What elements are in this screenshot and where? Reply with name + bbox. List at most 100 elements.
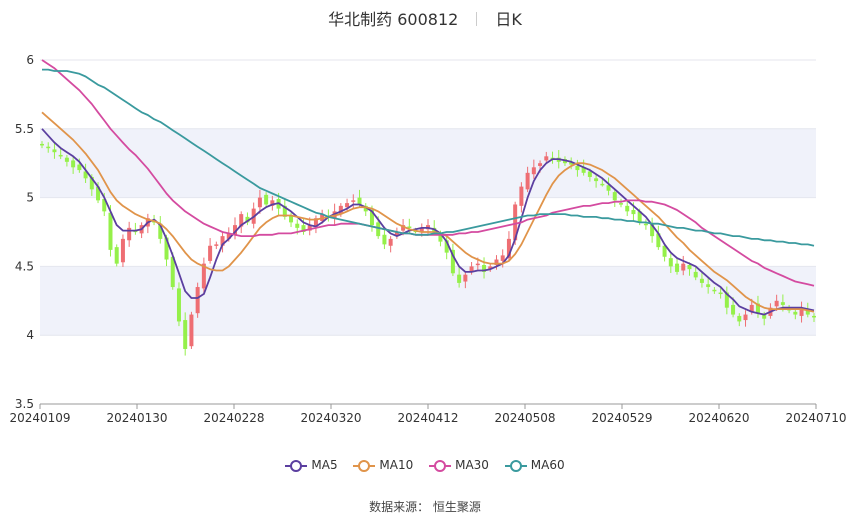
candle-body bbox=[675, 263, 680, 272]
candle-body bbox=[120, 238, 125, 263]
candle-body bbox=[687, 265, 692, 270]
candle-body bbox=[264, 194, 269, 205]
candle-body bbox=[706, 284, 711, 288]
legend-item-ma5[interactable]: MA5 bbox=[285, 458, 338, 472]
candle-body bbox=[575, 165, 580, 171]
candle-body bbox=[681, 263, 686, 271]
candle bbox=[189, 311, 194, 349]
y-tick-label: 5.5 bbox=[15, 122, 34, 136]
candle-body bbox=[631, 209, 636, 215]
candle-body bbox=[457, 274, 462, 283]
legend-label-ma60: MA60 bbox=[530, 458, 565, 472]
x-tick-label: 20240620 bbox=[688, 411, 749, 425]
candle-body bbox=[208, 245, 213, 261]
candle-body bbox=[376, 222, 381, 237]
candle-body bbox=[774, 300, 779, 307]
candle-body bbox=[463, 274, 468, 282]
legend-item-ma60[interactable]: MA60 bbox=[504, 458, 565, 472]
candle bbox=[239, 211, 244, 234]
candle bbox=[114, 244, 119, 267]
y-axis-ticks: 3.5 4 4.5 5 5.5 6 bbox=[15, 53, 34, 411]
candle bbox=[195, 282, 200, 318]
candle-body bbox=[295, 223, 300, 228]
source-label: 数据来源： bbox=[369, 500, 430, 514]
candle-body bbox=[189, 314, 194, 347]
y-tick-label: 4.5 bbox=[15, 259, 34, 273]
candle bbox=[650, 217, 655, 243]
candle-body bbox=[108, 212, 113, 250]
x-axis: 20240109 20240130 20240228 20240320 20240412… bbox=[9, 403, 847, 425]
candle bbox=[313, 215, 318, 234]
candle-body bbox=[58, 154, 63, 157]
candle-body bbox=[114, 247, 119, 264]
candle bbox=[120, 234, 125, 267]
candlestick-chart: 3.544.555.56 20240109 20240130 20240228 202… bbox=[9, 53, 847, 425]
candle-body bbox=[531, 167, 536, 175]
candle bbox=[127, 221, 132, 247]
x-tick-label: 20240320 bbox=[300, 411, 361, 425]
candle-body bbox=[625, 205, 630, 212]
candle-body bbox=[643, 223, 648, 226]
candle bbox=[233, 217, 237, 240]
data-source: 数据来源： 恒生聚源 bbox=[0, 498, 850, 515]
candle-body bbox=[475, 263, 480, 266]
candle bbox=[133, 222, 138, 235]
candle-body bbox=[176, 288, 181, 322]
candle bbox=[450, 243, 455, 277]
candle bbox=[363, 203, 368, 217]
candle bbox=[270, 195, 275, 211]
candle-body bbox=[357, 197, 362, 205]
candle-body bbox=[812, 315, 816, 318]
candle-body bbox=[345, 203, 350, 208]
candle bbox=[656, 225, 661, 250]
candle-body bbox=[388, 238, 393, 246]
candle bbox=[214, 241, 219, 250]
candle-body bbox=[519, 186, 524, 206]
candle bbox=[643, 219, 648, 230]
candle-body bbox=[77, 164, 82, 171]
candle-body bbox=[612, 192, 617, 201]
candle-body bbox=[46, 146, 51, 149]
candle-body bbox=[600, 183, 605, 186]
x-tick-label: 20240412 bbox=[397, 411, 458, 425]
candle bbox=[388, 236, 393, 253]
candle-body bbox=[257, 197, 262, 208]
candle-body bbox=[780, 302, 785, 305]
y-tick-label: 6 bbox=[26, 53, 34, 67]
legend-label-ma5: MA5 bbox=[311, 458, 338, 472]
candle-body bbox=[718, 292, 723, 295]
legend-label-ma30: MA30 bbox=[455, 458, 489, 472]
x-tick-label: 20240529 bbox=[591, 411, 652, 425]
candle bbox=[394, 227, 399, 239]
candle-body bbox=[183, 320, 188, 349]
candle-body bbox=[712, 289, 717, 292]
band-5-5.5 bbox=[40, 128, 816, 198]
candle-body bbox=[743, 314, 748, 321]
candle-body bbox=[52, 149, 57, 153]
legend-item-ma30[interactable]: MA30 bbox=[429, 458, 489, 472]
candle-body bbox=[619, 203, 623, 205]
candle-body bbox=[538, 163, 543, 166]
candle-body bbox=[351, 200, 356, 202]
candle bbox=[176, 282, 181, 327]
x-tick-label: 20240508 bbox=[494, 411, 555, 425]
candle-body bbox=[668, 258, 673, 267]
candle-body bbox=[731, 304, 736, 315]
candle bbox=[519, 182, 524, 213]
legend-label-ma10: MA10 bbox=[379, 458, 414, 472]
x-tick-label: 20240109 bbox=[9, 411, 70, 425]
candle bbox=[619, 198, 623, 208]
candle-body bbox=[737, 315, 742, 322]
candle-body bbox=[64, 157, 69, 162]
y-tick-label: 4 bbox=[26, 328, 34, 342]
candle-body bbox=[195, 287, 200, 314]
candle-body bbox=[587, 171, 592, 177]
candle bbox=[208, 238, 213, 264]
legend-item-ma10[interactable]: MA10 bbox=[353, 458, 413, 472]
candle-body bbox=[382, 234, 387, 245]
candle-body bbox=[594, 178, 599, 182]
legend: MA5 MA10 MA30 MA60 bbox=[0, 458, 850, 472]
candle-body bbox=[544, 156, 549, 161]
y-tick-label: 3.5 bbox=[15, 397, 34, 411]
band-4-4.5 bbox=[40, 266, 816, 336]
